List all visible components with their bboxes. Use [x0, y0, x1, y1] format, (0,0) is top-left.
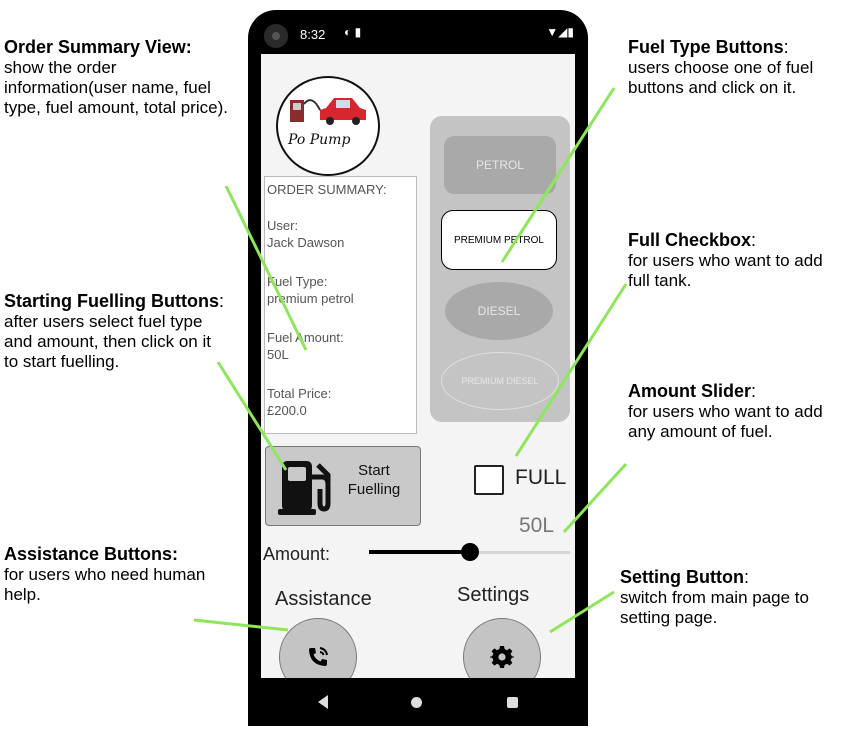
pointer-amount-slider: [562, 462, 628, 534]
pointer-start-fuelling: [216, 361, 288, 471]
pointer-full-checkbox: [514, 283, 628, 457]
pointer-order-summary: [224, 185, 308, 351]
pointer-setting-button: [549, 590, 615, 634]
pointer-fuel-type: [500, 87, 616, 263]
pointer-assistance: [193, 618, 289, 632]
pointer-lines: [193, 87, 628, 634]
